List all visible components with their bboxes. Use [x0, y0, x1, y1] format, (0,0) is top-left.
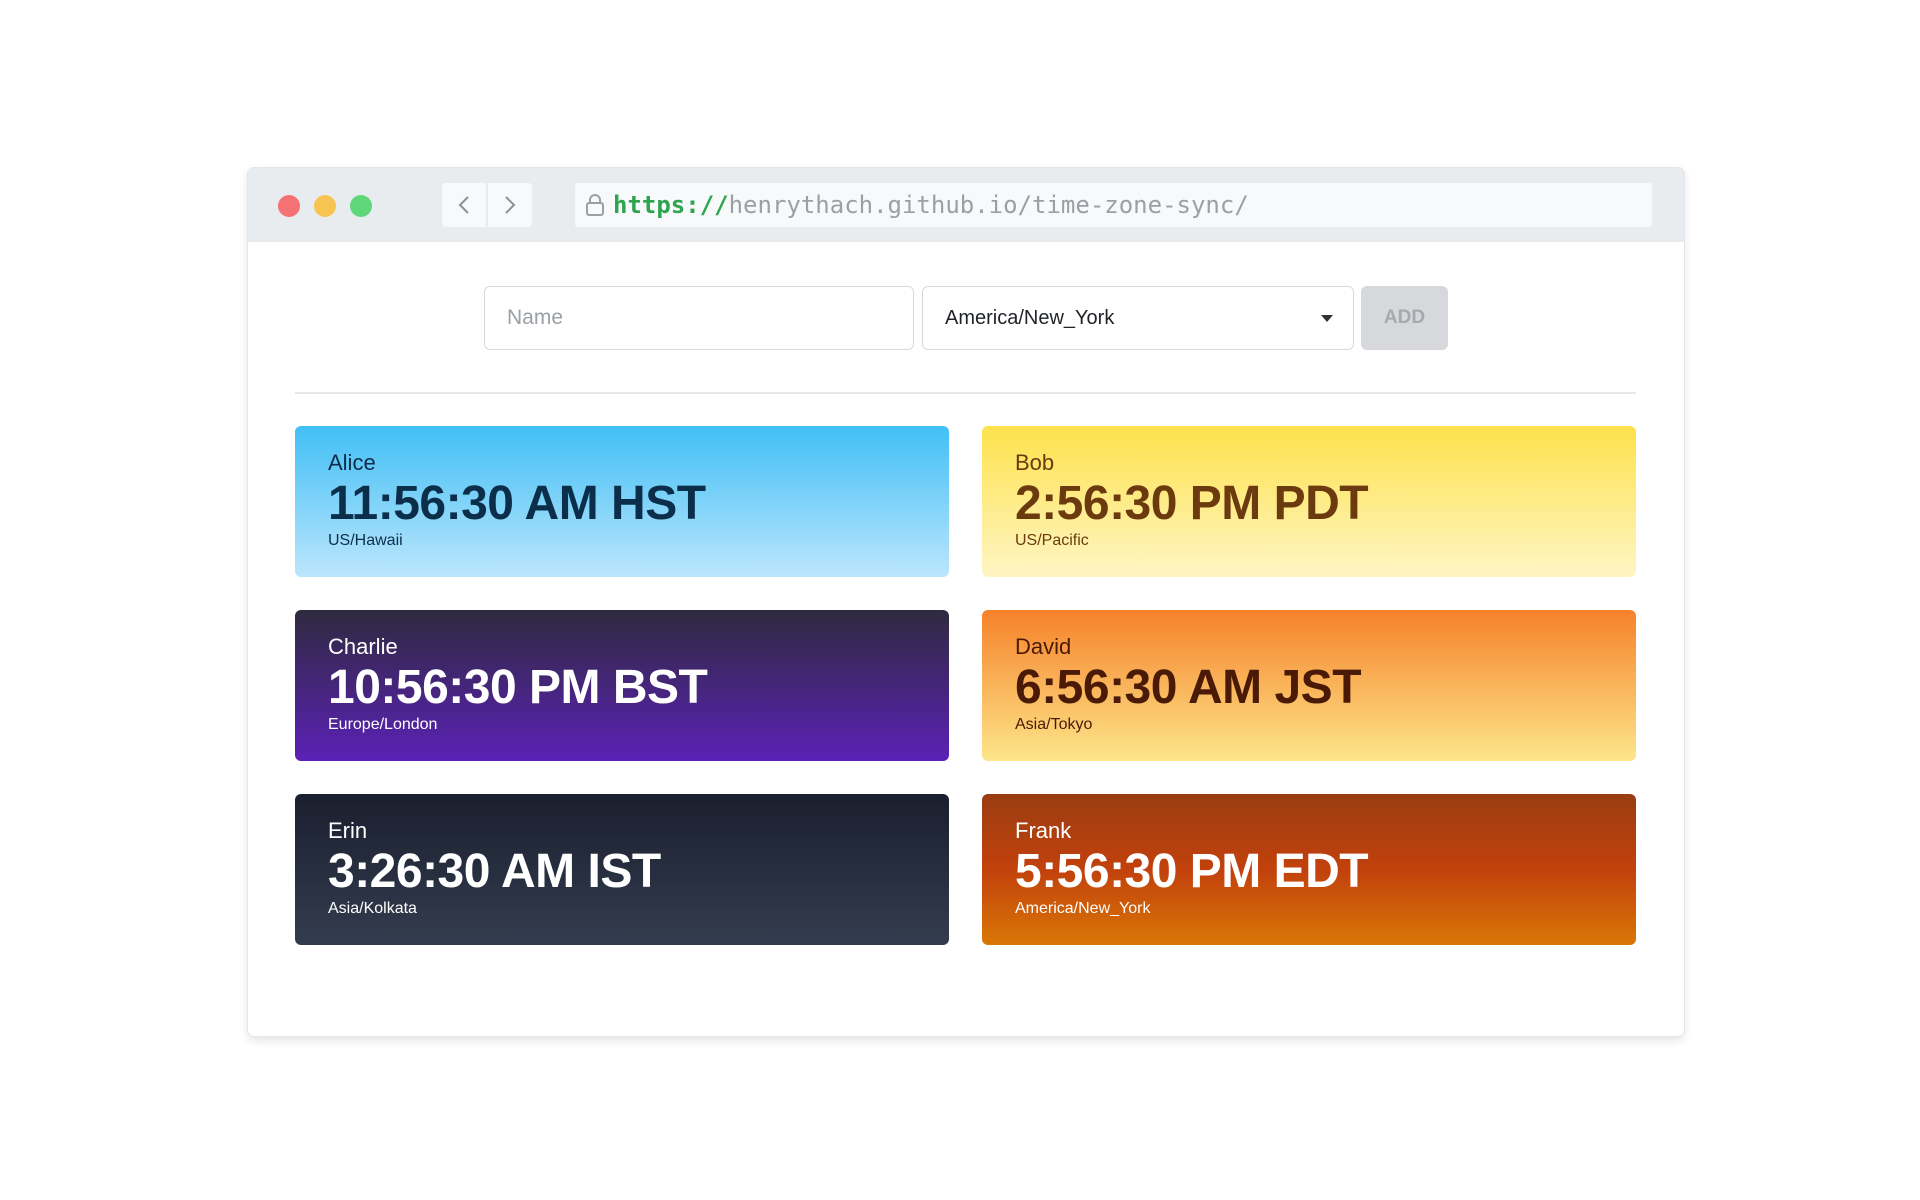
- divider: [295, 392, 1636, 394]
- url-scheme: https://: [613, 191, 729, 219]
- browser-toolbar: https://henrythach.github.io/time-zone-s…: [248, 168, 1684, 242]
- add-person-form: America/New_York ADD: [484, 286, 1448, 350]
- person-name: Alice: [328, 450, 376, 475]
- person-name: David: [1015, 634, 1072, 659]
- url-path: henrythach.github.io/time-zone-sync/: [728, 191, 1249, 219]
- time-zone-name: Asia/Tokyo: [1015, 716, 1093, 733]
- timezone-select-value: America/New_York: [945, 306, 1115, 329]
- time-zone-name: US/Hawaii: [328, 532, 403, 549]
- local-time: 11:56:30 AM HST: [328, 477, 706, 530]
- close-window-button[interactable]: [278, 195, 300, 217]
- chevron-left-icon: [458, 196, 469, 214]
- time-zone-name: Asia/Kolkata: [328, 900, 417, 917]
- browser-window: https://henrythach.github.io/time-zone-s…: [248, 168, 1684, 1036]
- time-card: Alice 11:56:30 AM HST US/Hawaii: [295, 426, 949, 577]
- back-button[interactable]: [442, 183, 486, 227]
- person-name: Charlie: [328, 634, 398, 659]
- minimize-window-button[interactable]: [314, 195, 336, 217]
- time-card: Erin 3:26:30 AM IST Asia/Kolkata: [295, 794, 949, 945]
- local-time: 2:56:30 PM PDT: [1015, 477, 1369, 530]
- local-time: 6:56:30 AM JST: [1015, 661, 1362, 714]
- local-time: 3:26:30 AM IST: [328, 845, 661, 898]
- time-zone-name: America/New_York: [1015, 900, 1151, 917]
- lock-icon: [585, 193, 605, 217]
- person-name: Erin: [328, 818, 368, 843]
- maximize-window-button[interactable]: [350, 195, 372, 217]
- time-zone-name: US/Pacific: [1015, 532, 1089, 549]
- time-card: David 6:56:30 AM JST Asia/Tokyo: [982, 610, 1636, 761]
- person-name: Frank: [1015, 818, 1072, 843]
- timezone-select[interactable]: America/New_York: [922, 286, 1354, 350]
- time-zone-name: Europe/London: [328, 716, 438, 733]
- address-bar[interactable]: https://henrythach.github.io/time-zone-s…: [575, 183, 1652, 227]
- chevron-right-icon: [505, 196, 516, 214]
- time-card: Bob 2:56:30 PM PDT US/Pacific: [982, 426, 1636, 577]
- add-button[interactable]: ADD: [1361, 286, 1448, 350]
- time-card: Charlie 10:56:30 PM BST Europe/London: [295, 610, 949, 761]
- time-card: Frank 5:56:30 PM EDT America/New_York: [982, 794, 1636, 945]
- local-time: 5:56:30 PM EDT: [1015, 845, 1369, 898]
- forward-button[interactable]: [488, 183, 532, 227]
- person-name: Bob: [1015, 450, 1055, 475]
- name-input[interactable]: [484, 286, 914, 350]
- local-time: 10:56:30 PM BST: [328, 661, 708, 714]
- caret-down-icon: [1321, 315, 1333, 322]
